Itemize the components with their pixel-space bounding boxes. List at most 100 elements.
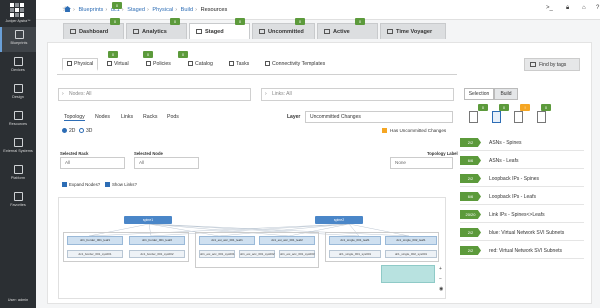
sidebar-item-resources[interactable]: Resources: [0, 108, 36, 133]
catalog-badge: 0: [178, 51, 188, 58]
selected-node-select[interactable]: All: [134, 157, 199, 169]
resource-item[interactable]: 2/2 Loopback IPs - Spines: [460, 171, 584, 187]
tab-time-voyager[interactable]: Time Voyager: [380, 23, 446, 39]
tab-uncommitted-badge: 0: [295, 18, 305, 25]
selected-rack-select[interactable]: All: [60, 157, 125, 169]
topology-label-select[interactable]: None: [390, 157, 453, 169]
show-links-toggle[interactable]: Show Links?: [105, 182, 137, 187]
resource-item[interactable]: 6/6 ASNs - Leafs: [460, 153, 584, 169]
resource-item[interactable]: 2/2 ASNs - Spines: [460, 135, 584, 151]
subtab-physical[interactable]: Physical: [62, 58, 99, 71]
status-badge: 6/6: [460, 156, 481, 165]
expand-nodes-toggle[interactable]: Expand Nodes?: [62, 182, 100, 187]
resource-item[interactable]: 2/2 red: Virtual Network SVI Subnets: [460, 243, 584, 259]
spine-node[interactable]: spine1: [124, 216, 172, 224]
generic-node[interactable]: dc1_esi_acc_001_sys002: [239, 250, 275, 258]
current-user[interactable]: User: admin: [0, 298, 36, 302]
help-icon[interactable]: ?: [596, 5, 599, 11]
zoom-in-button[interactable]: +: [439, 266, 442, 272]
sidebar-item-platform[interactable]: Platform: [0, 162, 36, 187]
home-icon[interactable]: ⌂: [582, 5, 586, 11]
spine-node[interactable]: spine2: [315, 216, 363, 224]
resources-panel-icon[interactable]: [492, 111, 501, 123]
generic-node[interactable]: dc1_border_001_sys001: [67, 250, 123, 258]
crumb-physical[interactable]: Physical: [152, 7, 173, 13]
selection-button[interactable]: Selection: [464, 88, 494, 100]
nodes-filter[interactable]: › Nodes: All: [58, 88, 251, 101]
resource-item[interactable]: 20/20 Link IPs - Spines<>Leafs: [460, 207, 584, 223]
resource-item[interactable]: 2/2 blue: Virtual Network SVI Subnets: [460, 225, 584, 241]
layer-select[interactable]: Uncommitted Changes: [305, 111, 453, 123]
tab-staged[interactable]: Staged: [189, 23, 250, 39]
generic-node[interactable]: dc1_esi_acc_001_sys001: [199, 250, 235, 258]
zoom-fit-button[interactable]: ◉: [439, 286, 443, 292]
config-templates-icon[interactable]: [514, 111, 523, 123]
status-badge: 2/2: [460, 138, 481, 147]
leaf-node[interactable]: dc1_esi_acc_001_leaf2: [259, 236, 315, 245]
uncommitted-legend: Has Uncommitted Changes: [382, 128, 446, 133]
resources-icon: [13, 111, 23, 120]
sidebar-item-external-systems[interactable]: External Systems: [0, 135, 36, 160]
radio-3d[interactable]: [79, 128, 84, 133]
panel-badge: 0: [499, 104, 509, 111]
platform-icon: [13, 165, 23, 174]
subtab-tasks[interactable]: Tasks: [229, 61, 249, 67]
crumb-build[interactable]: Build: [181, 7, 193, 13]
view-mode-3d[interactable]: 3D: [79, 128, 92, 134]
sidebar-item-devices[interactable]: Devices: [0, 54, 36, 79]
view-mode-2d[interactable]: 2D: [62, 128, 75, 134]
terminal-icon[interactable]: >_: [546, 5, 553, 11]
leaf-node[interactable]: dc1_single_002_leaf1: [385, 236, 437, 245]
tab-topology[interactable]: Topology: [64, 114, 85, 121]
crumb-blueprints[interactable]: Blueprints: [78, 7, 103, 13]
sidebar-item-favorites[interactable]: Favorites: [0, 189, 36, 214]
generic-node[interactable]: dc1_border_001_sys002: [129, 250, 185, 258]
subtab-policies[interactable]: Policies: [146, 61, 171, 67]
show-links-checkbox[interactable]: [105, 182, 110, 187]
topology-canvas[interactable]: spine1 spine2 dc1_border_001_leaf1 dc1_b…: [58, 197, 446, 299]
leaf-node[interactable]: dc1_border_001_leaf2: [129, 236, 185, 245]
generic-node[interactable]: dc1_single_002_sys001: [385, 250, 437, 258]
find-by-tags-button[interactable]: Find by tags: [524, 58, 580, 71]
tab-dashboard[interactable]: Dashboard: [63, 23, 124, 39]
subtab-connectivity-templates[interactable]: Connectivity Templates: [265, 61, 325, 67]
status-badge: 2/2: [460, 246, 481, 255]
status-badge: 20/20: [460, 210, 481, 219]
tab-active-badge: 0: [355, 18, 365, 25]
filter-chevron-icon: ›: [265, 91, 267, 97]
radio-2d[interactable]: [62, 128, 67, 133]
tab-nodes[interactable]: Nodes: [95, 114, 110, 120]
subtab-catalog[interactable]: Catalog: [188, 61, 213, 67]
links-filter[interactable]: › Links: All: [261, 88, 454, 101]
sidebar-item-design[interactable]: Design: [0, 81, 36, 106]
tab-racks[interactable]: Racks: [143, 114, 157, 120]
crumb-staged[interactable]: Staged: [127, 7, 145, 13]
virtual-icon: [107, 61, 112, 66]
zoom-out-button[interactable]: −: [439, 276, 442, 282]
sidebar-item-blueprints[interactable]: Blueprints: [0, 27, 36, 52]
apstra-logo-icon[interactable]: [10, 3, 24, 17]
status-badge: 6/6: [460, 192, 481, 201]
leaf-node[interactable]: dc1_border_001_leaf1: [67, 236, 123, 245]
generic-node[interactable]: dc1_single_001_sys001: [329, 250, 381, 258]
home-icon[interactable]: [64, 6, 71, 12]
subtab-virtual[interactable]: Virtual: [107, 61, 129, 67]
property-sets-icon[interactable]: [537, 111, 546, 123]
connectivity-templates-icon: [265, 61, 270, 66]
device-profiles-icon[interactable]: [469, 111, 478, 123]
panel-warning-badge: !: [520, 104, 530, 111]
tab-uncommitted[interactable]: Uncommitted: [252, 23, 315, 39]
leaf-node[interactable]: dc1_esi_acc_001_leaf1: [199, 236, 255, 245]
leaf-node[interactable]: dc1_single_001_leaf1: [329, 236, 381, 245]
lock-icon[interactable]: 🔒︎: [566, 5, 569, 12]
tab-pods[interactable]: Pods: [167, 114, 179, 120]
tab-active[interactable]: Active: [317, 23, 378, 39]
tab-analytics[interactable]: Analytics: [126, 23, 187, 39]
generic-node[interactable]: dc1_esi_acc_001_sys003: [279, 250, 315, 258]
build-button[interactable]: Build: [494, 88, 518, 100]
tab-links[interactable]: Links: [121, 114, 133, 120]
top-bar: ☆ › Blueprints› dc1› Staged› Physical› B…: [36, 0, 600, 20]
expand-nodes-checkbox[interactable]: [62, 182, 67, 187]
topology-minimap[interactable]: [381, 265, 435, 283]
resource-item[interactable]: 6/6 Loopback IPs - Leafs: [460, 189, 584, 205]
